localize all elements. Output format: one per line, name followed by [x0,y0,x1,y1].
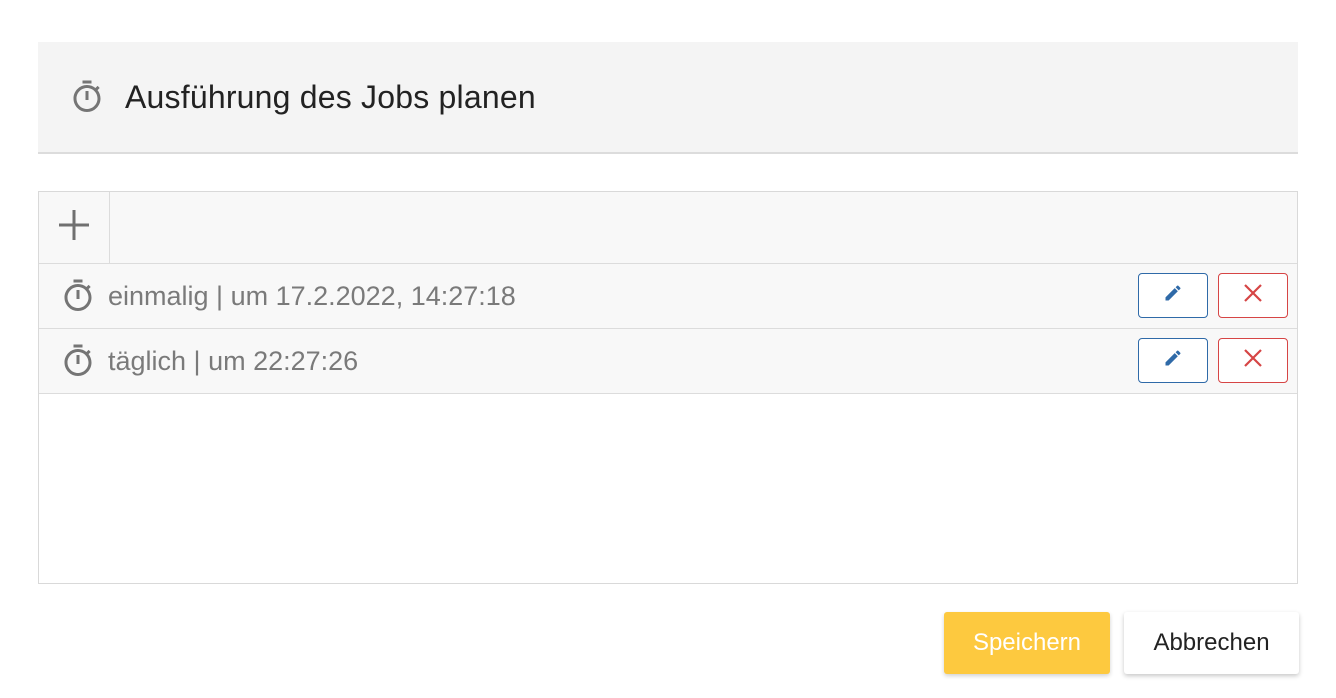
row-actions [1138,338,1288,383]
dialog-header: Ausführung des Jobs planen [38,42,1298,154]
dialog-title: Ausführung des Jobs planen [125,78,536,115]
add-schedule-button[interactable] [39,192,110,263]
schedule-row: einmalig | um 17.2.2022, 14:27:18 [39,264,1297,329]
stopwatch-icon [60,278,96,314]
plus-icon [56,207,92,248]
dialog-footer: Speichern Abbrechen [944,612,1299,674]
pencil-icon [1163,283,1183,308]
schedule-row: täglich | um 22:27:26 [39,329,1297,394]
edit-schedule-button[interactable] [1138,338,1208,383]
schedule-toolbar [39,192,1297,264]
cancel-button[interactable]: Abbrechen [1124,612,1299,674]
schedule-list-panel: einmalig | um 17.2.2022, 14:27:18 täglic… [38,191,1298,584]
close-icon [1243,283,1263,308]
schedule-dialog: Ausführung des Jobs planen einmalig | um… [0,0,1336,698]
pencil-icon [1163,348,1183,373]
stopwatch-icon [69,79,105,115]
stopwatch-icon [60,343,96,379]
save-button[interactable]: Speichern [944,612,1110,674]
row-actions [1138,273,1288,318]
schedule-text: einmalig | um 17.2.2022, 14:27:18 [108,280,516,311]
edit-schedule-button[interactable] [1138,273,1208,318]
delete-schedule-button[interactable] [1218,273,1288,318]
schedule-text: täglich | um 22:27:26 [108,345,359,376]
close-icon [1243,348,1263,373]
delete-schedule-button[interactable] [1218,338,1288,383]
